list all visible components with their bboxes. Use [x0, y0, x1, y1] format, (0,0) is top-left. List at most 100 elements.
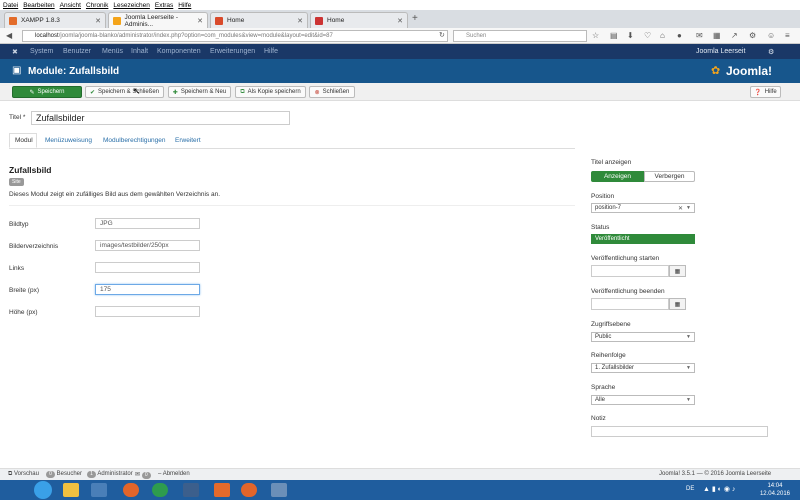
- browser-tab-home-2[interactable]: Home ✕: [310, 12, 408, 28]
- publish-end-input[interactable]: [591, 298, 669, 310]
- nav-inhalt[interactable]: Inhalt: [131, 48, 148, 55]
- help-button[interactable]: ❓ Hilfe: [750, 86, 781, 98]
- url-bar[interactable]: localhost/joomla/joomla-blanko/administr…: [22, 30, 448, 42]
- app-icon[interactable]: [91, 483, 107, 497]
- explorer-icon[interactable]: [63, 483, 79, 497]
- reload-icon[interactable]: ↻: [439, 31, 445, 41]
- order-select[interactable]: 1. Zufallsbilder ▼: [591, 363, 695, 373]
- bilderverzeichnis-input[interactable]: images/testbilder/250px: [95, 240, 200, 251]
- nav-system[interactable]: System: [30, 48, 53, 55]
- logout-link[interactable]: – Abmelden: [158, 471, 190, 477]
- preview-link[interactable]: ⧉ Vorschau: [8, 471, 39, 478]
- close-tab-icon[interactable]: ✕: [197, 17, 203, 25]
- position-select[interactable]: position-7 ✕ ▼: [591, 203, 695, 213]
- app-icon[interactable]: [183, 483, 199, 497]
- close-tab-icon[interactable]: ✕: [397, 17, 403, 25]
- pocket-icon[interactable]: ♡: [644, 31, 651, 41]
- status-value: Veröffentlicht: [595, 236, 630, 242]
- menu-bearbeiten[interactable]: Bearbeiten: [23, 2, 54, 9]
- publish-start-input[interactable]: [591, 265, 669, 277]
- close-button[interactable]: ⊗ Schließen: [309, 86, 355, 98]
- admin-status: 1 Administrator: [87, 471, 133, 478]
- bilderverzeichnis-label: Bilderverzeichnis: [9, 243, 59, 250]
- status-label: Status: [591, 224, 610, 231]
- breite-input[interactable]: 175: [95, 284, 200, 295]
- nav-erweiterungen[interactable]: Erweiterungen: [210, 48, 255, 55]
- menu-ansicht[interactable]: Ansicht: [60, 2, 81, 9]
- menu-datei[interactable]: Datei: [3, 2, 18, 9]
- access-select[interactable]: Public ▼: [591, 332, 695, 342]
- language-select[interactable]: Alle ▼: [591, 395, 695, 405]
- home-icon[interactable]: ⌂: [660, 31, 665, 41]
- title-label: Titel *: [9, 114, 26, 121]
- language-value: Alle: [595, 397, 606, 403]
- save-close-button[interactable]: ✔ Speichern & Schließen: [85, 86, 164, 98]
- extension-icon[interactable]: ▦: [713, 31, 721, 41]
- bilderverzeichnis-value: images/testbilder/250px: [100, 242, 169, 249]
- show-title-on-button[interactable]: Anzeigen: [591, 171, 644, 182]
- show-title-off-button[interactable]: Verbergen: [644, 171, 695, 182]
- menu-chronik[interactable]: Chronik: [86, 2, 108, 9]
- search-input[interactable]: Suchen: [453, 30, 587, 42]
- new-tab-icon[interactable]: +: [412, 13, 418, 24]
- chart-icon[interactable]: ↗: [731, 31, 738, 41]
- clock[interactable]: 14:04 12.04.2016: [760, 482, 790, 498]
- admin-count: 1: [87, 471, 96, 478]
- calendar-icon[interactable]: ▦: [669, 265, 686, 277]
- firefox-icon[interactable]: [241, 483, 257, 497]
- tab-menuezuweisung[interactable]: Menüzuweisung: [40, 133, 97, 148]
- chrome-icon[interactable]: [152, 483, 168, 497]
- xampp-icon[interactable]: [214, 483, 230, 497]
- save-new-label: Speichern & Neu: [180, 89, 227, 95]
- user-gear-icon[interactable]: ⚙: [768, 48, 774, 56]
- note-label: Notiz: [591, 415, 606, 422]
- star-icon[interactable]: ☆: [592, 31, 599, 41]
- access-label: Zugriffsebene: [591, 321, 631, 328]
- bildtyp-input[interactable]: JPG: [95, 218, 200, 229]
- browser-tab-xampp[interactable]: XAMPP 1.8.3 ✕: [4, 12, 106, 28]
- nav-menues[interactable]: Menüs: [102, 48, 123, 55]
- back-icon[interactable]: ◀: [6, 31, 12, 41]
- close-tab-icon[interactable]: ✕: [297, 17, 303, 25]
- nav-benutzer[interactable]: Benutzer: [63, 48, 91, 55]
- title-input[interactable]: Zufallsbilder: [31, 111, 290, 125]
- tray-icons[interactable]: ▲ ▮ ◐ ◉ ♪: [703, 485, 735, 493]
- links-input[interactable]: [95, 262, 200, 273]
- tab-erweitert[interactable]: Erweitert: [170, 133, 206, 148]
- nav-komponenten[interactable]: Komponenten: [157, 48, 201, 55]
- save-button[interactable]: ✎ Speichern: [12, 86, 82, 98]
- smiley-icon[interactable]: ☺: [767, 31, 775, 41]
- menu-extras[interactable]: Extras: [155, 2, 173, 9]
- close-tab-icon[interactable]: ✕: [95, 17, 101, 25]
- tab-modulberechtigungen[interactable]: Modulberechtigungen: [98, 133, 171, 148]
- chat-icon[interactable]: ✉: [696, 31, 703, 41]
- calendar-icon[interactable]: ▦: [669, 298, 686, 310]
- download-icon[interactable]: ⬇: [627, 31, 634, 41]
- settings-icon[interactable]: ⚙: [749, 31, 756, 41]
- app-icon[interactable]: [271, 483, 287, 497]
- hoehe-input[interactable]: [95, 306, 200, 317]
- addon-icon[interactable]: ●: [677, 31, 682, 41]
- tab-modul[interactable]: Modul: [9, 133, 37, 148]
- clear-icon[interactable]: ✕: [678, 205, 683, 212]
- windows-taskbar: DE ▲ ▮ ◐ ◉ ♪ 14:04 12.04.2016: [0, 480, 800, 500]
- bookmarks-icon[interactable]: ▤: [610, 31, 618, 41]
- note-input[interactable]: [591, 426, 768, 437]
- hamburger-menu-icon[interactable]: ≡: [785, 31, 790, 41]
- order-label: Reihenfolge: [591, 352, 626, 359]
- firefox-icon[interactable]: [123, 483, 139, 497]
- save-copy-button[interactable]: ⧉ Als Kopie speichern: [235, 86, 306, 98]
- browser-tab-joomla[interactable]: Joomla Leerseite - Adminis... ✕: [108, 12, 208, 28]
- nav-hilfe[interactable]: Hilfe: [264, 48, 278, 55]
- menu-hilfe[interactable]: Hilfe: [178, 2, 191, 9]
- site-name-link[interactable]: Joomla Leerseit: [696, 48, 745, 55]
- save-copy-label: Als Kopie speichern: [247, 89, 301, 95]
- start-button-icon[interactable]: [34, 481, 52, 499]
- browser-tab-home-1[interactable]: Home ✕: [210, 12, 308, 28]
- joomla-small-icon[interactable]: ✖: [12, 48, 18, 56]
- messages-status[interactable]: ✉ 0: [135, 471, 151, 479]
- language-indicator[interactable]: DE: [686, 486, 694, 492]
- status-select[interactable]: Veröffentlicht: [591, 234, 695, 244]
- save-new-button[interactable]: ✚ Speichern & Neu: [168, 86, 231, 98]
- menu-lesezeichen[interactable]: Lesezeichen: [113, 2, 150, 9]
